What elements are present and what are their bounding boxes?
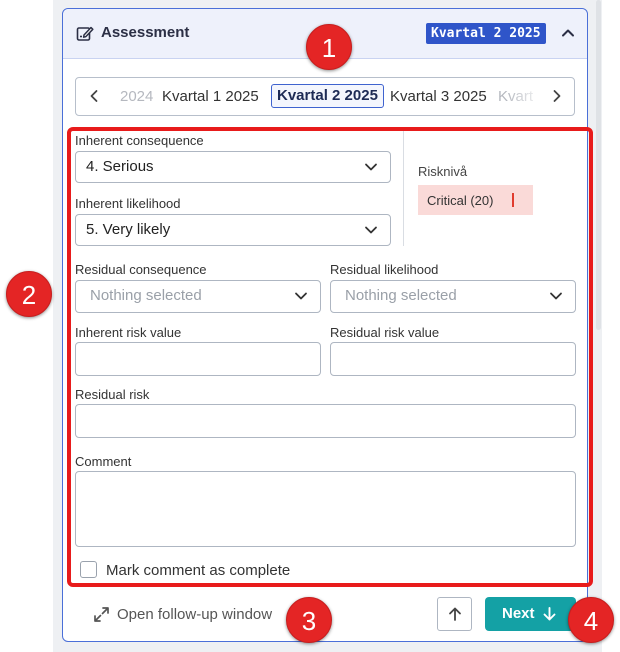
- tab-2024[interactable]: 2024: [120, 86, 153, 108]
- open-follow-up-label: Open follow-up window: [117, 606, 273, 623]
- arrow-down-icon: [543, 607, 556, 621]
- chevron-right-icon[interactable]: [549, 87, 565, 105]
- tabs-fade: [506, 79, 546, 113]
- annotation-marker-4: 4: [568, 597, 614, 643]
- chevron-up-icon[interactable]: [559, 24, 577, 42]
- period-tabs: 2024 Kvartal 1 2025 Kvartal 2 2025 Kvart…: [75, 77, 575, 116]
- form-highlight-box: [67, 127, 593, 587]
- tab-kvartal-1-2025[interactable]: Kvartal 1 2025: [162, 86, 259, 108]
- tab-kvartal-3-2025[interactable]: Kvartal 3 2025: [390, 86, 487, 108]
- arrow-up-icon: [449, 607, 461, 621]
- annotation-marker-2: 2: [6, 271, 52, 317]
- tab-kvartal-2-2025[interactable]: Kvartal 2 2025: [271, 84, 384, 108]
- assessment-title: Assessment: [101, 24, 190, 41]
- next-button[interactable]: Next: [485, 597, 576, 631]
- edit-icon: [76, 26, 94, 41]
- previous-button[interactable]: [437, 597, 472, 631]
- annotation-marker-3: 3: [286, 597, 332, 643]
- expand-icon: [94, 607, 109, 622]
- next-label: Next: [502, 605, 535, 622]
- scrollbar-thumb[interactable]: [596, 0, 601, 330]
- annotation-marker-1: 1: [306, 24, 352, 70]
- chevron-left-icon[interactable]: [86, 87, 102, 105]
- period-badge: Kvartal 2 2025: [426, 23, 546, 44]
- left-pane: [0, 0, 53, 652]
